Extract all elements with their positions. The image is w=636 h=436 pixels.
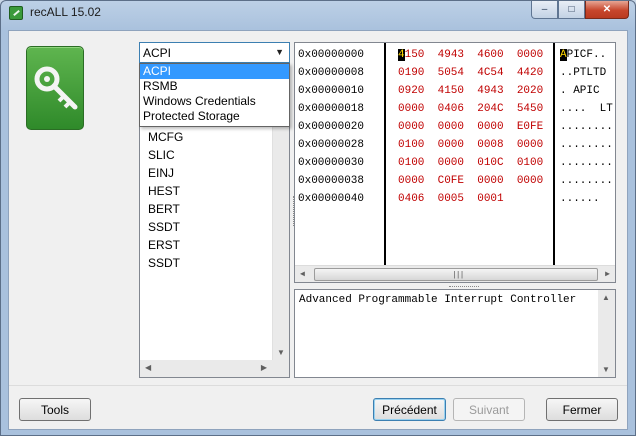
hex-address: 0x00000008 [298,67,365,79]
list-horizontal-scrollbar[interactable]: ◀ ▶ [140,360,289,377]
scroll-right-icon[interactable]: ▶ [261,363,267,372]
ascii-cursor: A [560,49,567,61]
hex-bytes: 0000 C0FE 0000 0000 [398,172,543,190]
description-panel[interactable]: Advanced Programmable Interrupt Controll… [294,289,616,378]
hex-ascii-text: ........ [560,175,613,187]
hex-ascii-text: ........ [560,139,613,151]
scroll-down-icon[interactable]: ▼ [277,348,285,357]
hex-ascii: ........ [560,118,613,136]
dialog-body: MCFG SLIC EINJ HEST BERT SSDT ERST SSDT ▼ ◀ ▶ A… [8,30,628,430]
hex-bytes-text: 150 4943 4600 0000 [404,49,544,61]
dropdown-option[interactable]: Windows Credentials [140,94,289,109]
hex-bytes: 0190 5054 4C54 4420 [398,64,543,82]
key-icon [26,46,84,130]
hex-bytes: 0000 0000 0000 E0FE [398,118,543,136]
scroll-down-icon[interactable]: ▼ [602,365,610,374]
list-item[interactable]: SLIC [148,146,183,164]
hex-bytes: 0406 0005 0001 [398,190,504,208]
title-bar[interactable]: recALL 15.02 – □ ✕ [1,1,635,25]
hex-ascii: . APIC [560,82,600,100]
hex-address: 0x00000040 [298,193,365,205]
grip-icon: ||| [452,271,464,280]
tools-button[interactable]: Tools [19,398,91,421]
hex-ascii: ........ [560,136,613,154]
hex-address: 0x00000030 [298,157,365,169]
hex-cursor: 4 [398,49,405,61]
hex-bytes-text: 0190 5054 4C54 4420 [398,67,544,79]
hex-bytes: 4150 4943 4600 0000 [398,46,543,64]
table-type-select[interactable]: ACPI ▼ [139,42,290,63]
hex-ascii-text: ........ [560,121,613,133]
hex-address: 0x00000010 [298,85,365,97]
scroll-up-icon[interactable]: ▲ [602,293,610,302]
previous-button[interactable]: Précédent [373,398,446,421]
hex-bytes: 0920 4150 4943 2020 [398,82,543,100]
dropdown-option[interactable]: RSMB [140,79,289,94]
hex-bytes-text: 0100 0000 010C 0100 [398,157,544,169]
list-item[interactable]: HEST [148,182,183,200]
hex-ascii: APICF.. [560,46,606,64]
hex-bytes: 0100 0000 0008 0000 [398,136,543,154]
hex-ascii-text: ........ [560,157,613,169]
dropdown-option[interactable]: Protected Storage [140,109,289,124]
list-item[interactable]: EINJ [148,164,183,182]
dropdown-option[interactable]: ACPI [140,64,289,79]
hex-ascii-text: . APIC [560,85,600,97]
hex-bytes-text: 0406 0005 0001 [398,193,504,205]
hex-address: 0x00000028 [298,139,365,151]
list-item[interactable]: BERT [148,200,183,218]
hex-bytes-text: 0000 C0FE 0000 0000 [398,175,544,187]
hex-bytes-text: 0100 0000 0008 0000 [398,139,544,151]
close-button[interactable]: Fermer [546,398,618,421]
app-window: recALL 15.02 – □ ✕ MCFG SLIC EINJ HEST BERT S… [0,0,636,436]
table-type-dropdown: ACPI RSMB Windows Credentials Protected Sto… [139,63,290,127]
hex-ascii: .... LT [560,100,613,118]
hex-horizontal-scrollbar[interactable]: ◀ ||| ▶ [295,265,615,282]
hex-ascii-text: ...... [560,193,600,205]
hex-ascii: ..PTLTD [560,64,606,82]
hex-address: 0x00000038 [298,175,365,187]
hex-ascii-text: PICF.. [566,49,607,61]
minimize-button[interactable]: – [531,1,558,19]
window-title: recALL 15.02 [30,5,101,19]
app-icon [9,6,23,20]
description-text: Advanced Programmable Interrupt Controll… [299,294,577,306]
hex-ascii: ........ [560,154,613,172]
scroll-left-icon[interactable]: ◀ [145,363,151,372]
next-button[interactable]: Suivant [453,398,525,421]
list-item[interactable]: SSDT [148,218,183,236]
maximize-button[interactable]: □ [558,1,585,19]
scroll-right-icon[interactable]: ▶ [605,269,610,279]
scroll-left-icon[interactable]: ◀ [300,269,305,279]
hex-address: 0x00000020 [298,121,365,133]
chevron-down-icon[interactable]: ▼ [275,47,284,57]
hex-viewer[interactable]: 0x00000000 4150 4943 4600 0000 APICF.. 0x00… [294,42,616,283]
hex-ascii: ........ [560,172,613,190]
hex-ascii: ...... [560,190,600,208]
hex-bytes-text: 0000 0406 204C 5450 [398,103,544,115]
hex-address: 0x00000018 [298,103,365,115]
hex-divider-left [384,43,386,266]
hex-divider-right [553,43,555,266]
table-list: MCFG SLIC EINJ HEST BERT SSDT ERST SSDT [148,128,183,272]
hex-bytes: 0100 0000 010C 0100 [398,154,543,172]
list-item[interactable]: ERST [148,236,183,254]
hex-ascii-text: .... LT [560,103,613,115]
hex-bytes: 0000 0406 204C 5450 [398,100,543,118]
hex-bytes-text: 0000 0000 0000 E0FE [398,121,544,133]
list-item[interactable]: MCFG [148,128,183,146]
close-window-button[interactable]: ✕ [585,1,629,19]
hex-ascii-text: ..PTLTD [560,67,607,79]
hex-address: 0x00000000 [298,49,365,61]
window-controls: – □ ✕ [531,1,629,19]
footer-separator [9,385,627,386]
list-item[interactable]: SSDT [148,254,183,272]
hex-scroll-thumb[interactable]: ||| [314,268,598,281]
description-scrollbar[interactable]: ▲ ▼ [598,290,615,377]
table-type-selected: ACPI [143,45,172,60]
hex-bytes-text: 0920 4150 4943 2020 [398,85,544,97]
